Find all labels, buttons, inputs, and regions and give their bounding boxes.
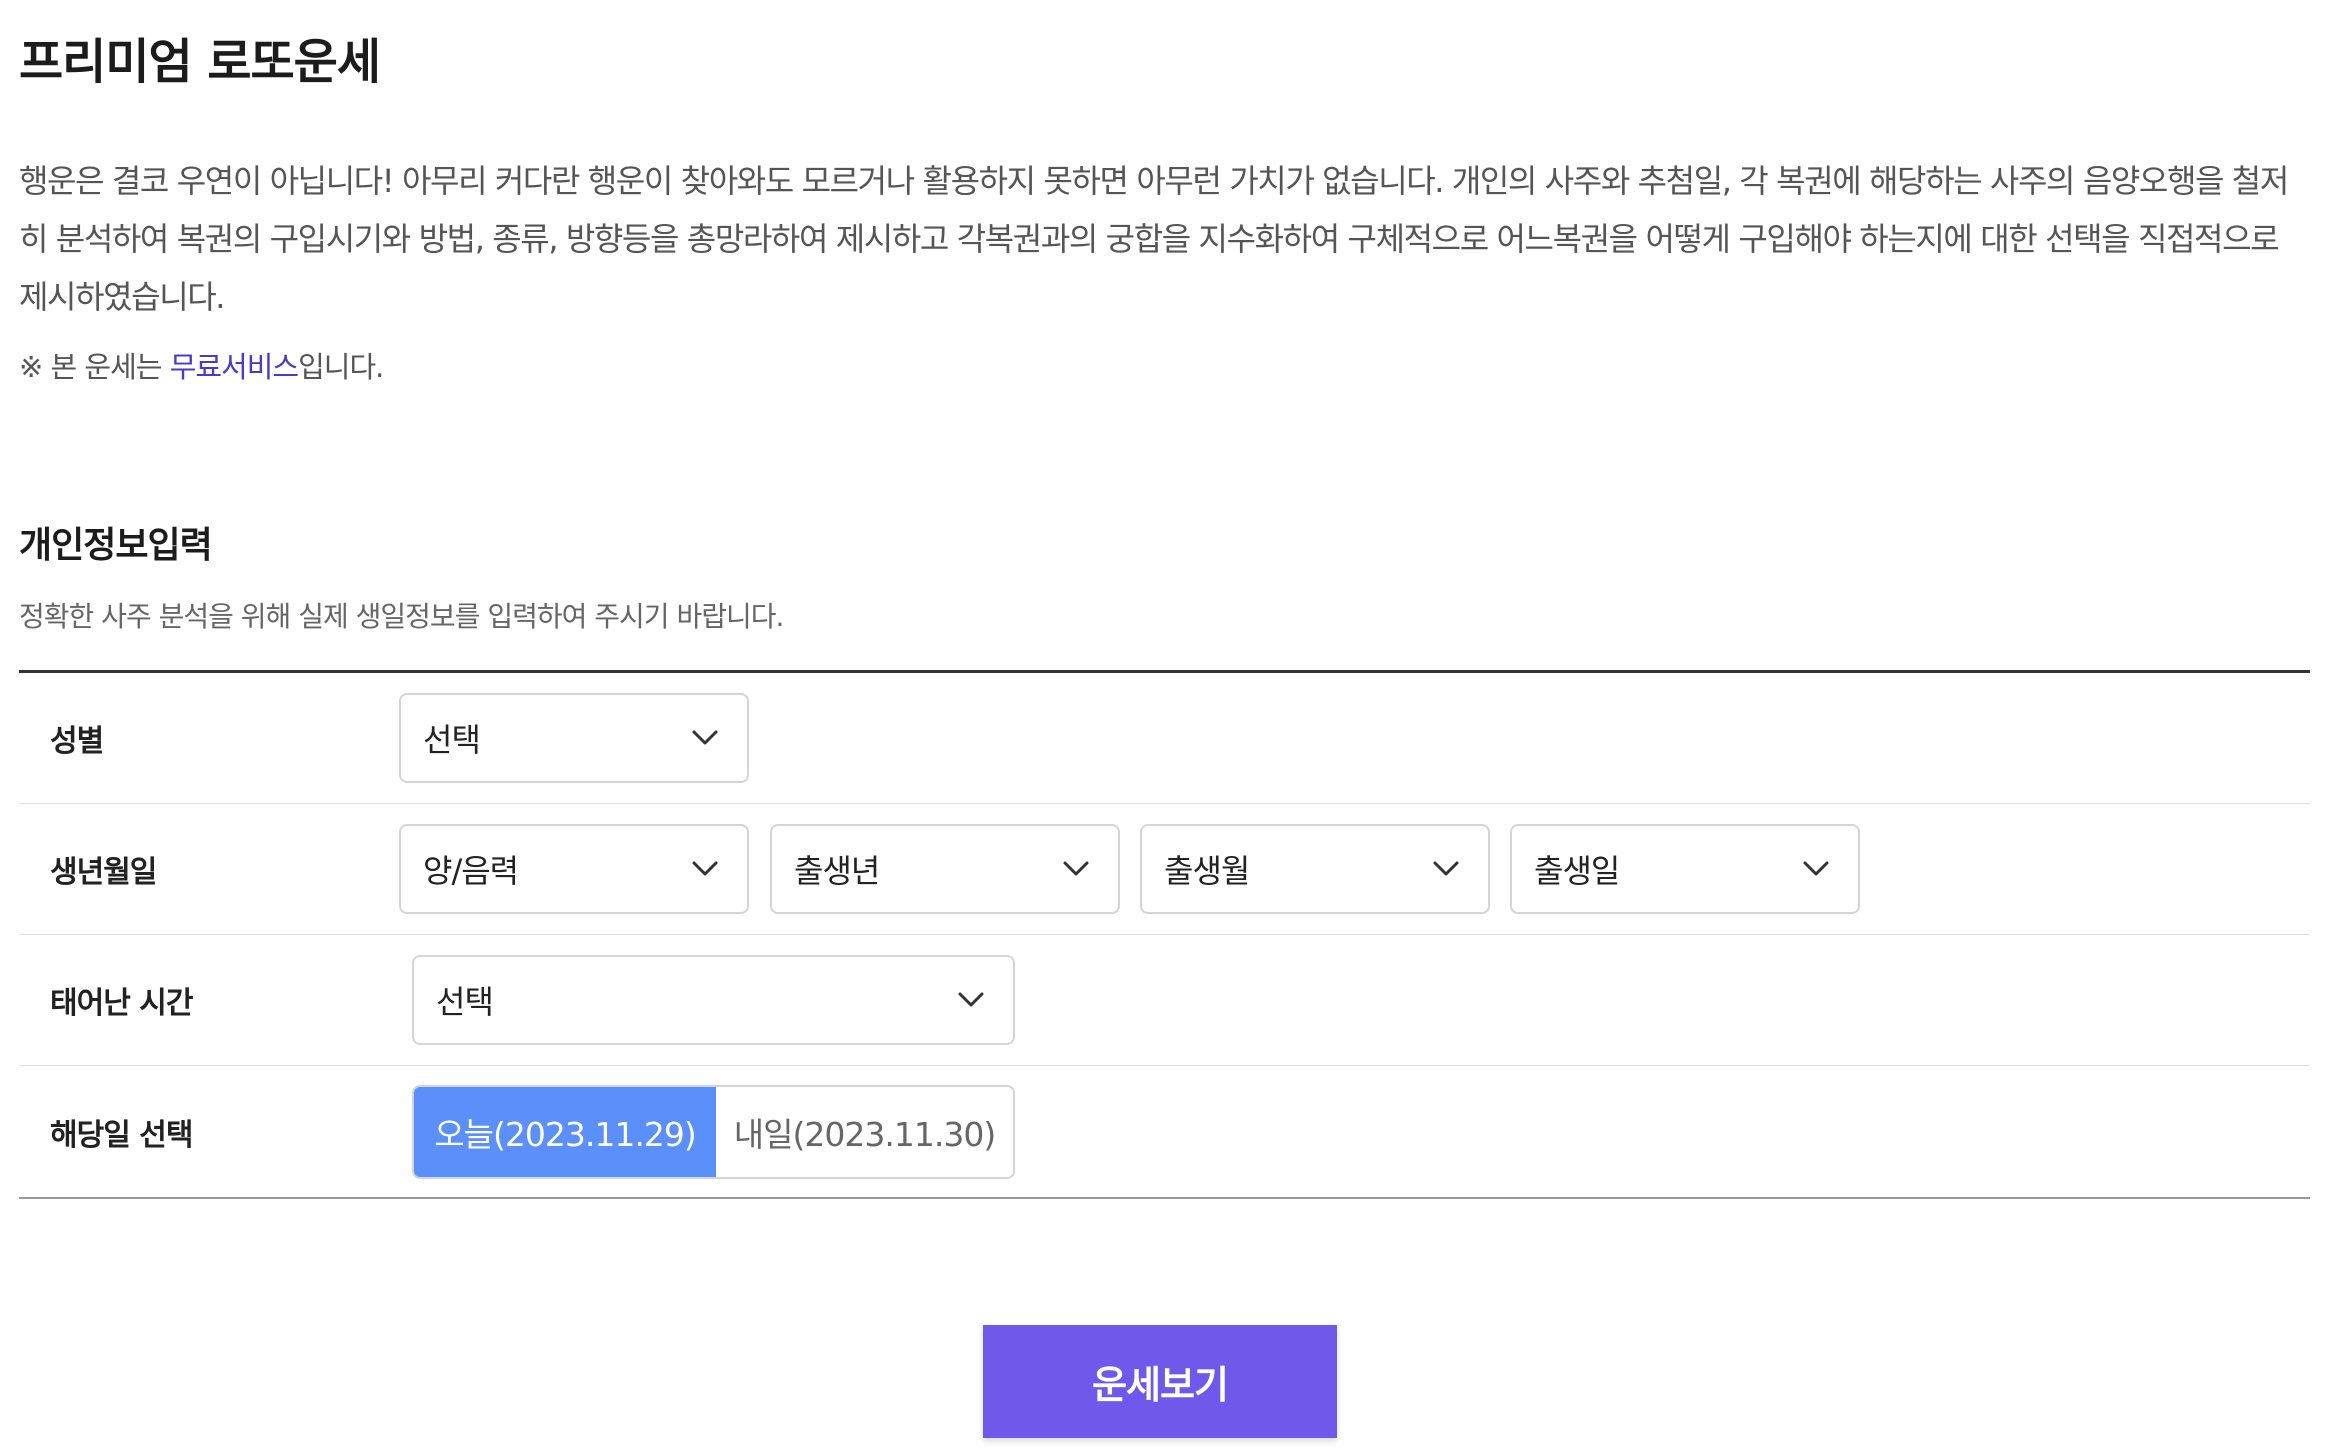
birth-time-row: 태어난 시간 선택 <box>19 935 2310 1066</box>
birth-time-select[interactable]: 선택 <box>412 955 1015 1045</box>
free-service-notice: ※ 본 운세는 무료서비스입니다. <box>19 344 384 386</box>
birthdate-label: 생년월일 <box>50 855 157 890</box>
birthdate-row: 생년월일 양/음력 출생년 출생월 출생일 <box>19 804 2310 935</box>
tomorrow-button[interactable]: 내일(2023.11.30) <box>716 1086 1013 1177</box>
notice-suffix: 입니다. <box>298 350 384 384</box>
calendar-type-select[interactable]: 양/음력 <box>399 824 749 914</box>
chevron-down-icon <box>1063 861 1089 876</box>
birth-month-value: 출생월 <box>1164 852 1250 890</box>
gender-label: 성별 <box>50 724 104 759</box>
gender-select-value: 선택 <box>423 721 481 759</box>
birth-time-label: 태어난 시간 <box>50 986 193 1021</box>
page-description: 행운은 결코 우연이 아닙니다! 아무리 커다란 행운이 찾아와도 모르거나 활… <box>19 162 2289 316</box>
personal-info-form: 성별 선택 생년월일 양/음력 출생년 출생월 출생일 태어난 시간 선택 해당… <box>19 670 2310 1199</box>
birth-month-select[interactable]: 출생월 <box>1140 824 1490 914</box>
calendar-type-value: 양/음력 <box>423 852 519 890</box>
birth-year-select[interactable]: 출생년 <box>770 824 1120 914</box>
target-day-toggle: 오늘(2023.11.29) 내일(2023.11.30) <box>412 1084 1015 1179</box>
free-service-link: 무료서비스 <box>169 350 299 384</box>
birth-year-value: 출생년 <box>794 852 880 890</box>
gender-select[interactable]: 선택 <box>399 693 749 783</box>
today-button[interactable]: 오늘(2023.11.29) <box>414 1086 716 1177</box>
birth-time-value: 선택 <box>436 983 494 1021</box>
gender-row: 성별 선택 <box>19 673 2310 804</box>
page: 프리미엄 로또운세 행운은 결코 우연이 아닙니다! 아무리 커다란 행운이 찾… <box>0 0 2326 1454</box>
birth-day-value: 출생일 <box>1534 852 1620 890</box>
chevron-down-icon <box>692 861 718 876</box>
birth-day-select[interactable]: 출생일 <box>1510 824 1860 914</box>
chevron-down-icon <box>692 730 718 745</box>
chevron-down-icon <box>1803 861 1829 876</box>
section-subtitle: 정확한 사주 분석을 위해 실제 생일정보를 입력하여 주시기 바랍니다. <box>19 600 784 633</box>
target-day-label: 해당일 선택 <box>50 1117 193 1153</box>
target-day-row: 해당일 선택 오늘(2023.11.29) 내일(2023.11.30) <box>19 1066 2310 1197</box>
page-title: 프리미엄 로또운세 <box>19 34 381 90</box>
notice-prefix: ※ 본 운세는 <box>19 350 170 384</box>
chevron-down-icon <box>1433 861 1459 876</box>
view-fortune-button[interactable]: 운세보기 <box>983 1325 1337 1438</box>
section-title: 개인정보입력 <box>19 525 213 566</box>
chevron-down-icon <box>958 992 984 1007</box>
